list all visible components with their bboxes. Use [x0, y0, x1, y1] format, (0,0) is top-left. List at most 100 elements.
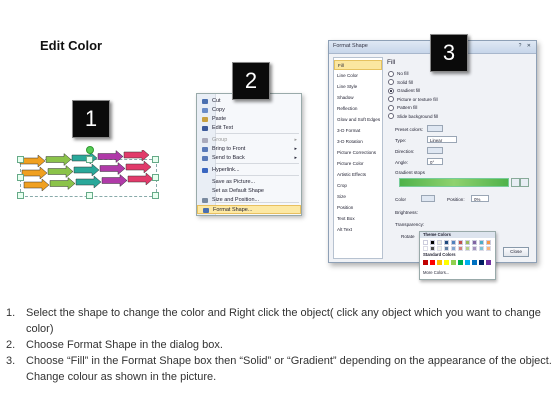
resize-handle[interactable]	[152, 192, 159, 199]
color-swatch[interactable]	[451, 260, 456, 265]
arrow-shape	[97, 150, 124, 164]
preset-colors-dropdown[interactable]	[427, 125, 443, 132]
color-swatch[interactable]	[465, 246, 470, 251]
color-swatch[interactable]	[437, 240, 442, 245]
color-swatch[interactable]	[458, 240, 463, 245]
color-swatch[interactable]	[451, 240, 456, 245]
color-swatch[interactable]	[458, 260, 463, 265]
direction-dropdown[interactable]	[427, 147, 443, 154]
more-colors-link[interactable]: More Colors...	[423, 270, 449, 275]
gradient-stops-bar[interactable]	[399, 178, 509, 187]
brightness-label: Brightness:	[395, 210, 418, 215]
radio-icon[interactable]	[388, 70, 394, 77]
remove-stop-icon[interactable]	[520, 178, 529, 187]
resize-handle[interactable]	[17, 156, 24, 163]
color-swatch[interactable]	[479, 260, 484, 265]
nav-item[interactable]: Line Style	[334, 82, 382, 92]
color-swatch[interactable]	[465, 260, 470, 265]
arrow-shape	[21, 166, 48, 180]
arrow-shape	[127, 172, 154, 186]
color-swatch[interactable]	[486, 260, 491, 265]
color-swatch[interactable]	[437, 246, 442, 251]
angle-input[interactable]: 0°	[427, 158, 443, 165]
dialog-title-buttons[interactable]: ? ✕	[519, 43, 533, 49]
radio-icon[interactable]	[388, 113, 394, 120]
fill-option[interactable]: Gradient fill	[388, 87, 420, 94]
position-input[interactable]: 0%	[471, 195, 489, 202]
color-dropdown[interactable]	[421, 195, 435, 202]
nav-item[interactable]: Size	[334, 192, 382, 202]
fill-option[interactable]: Slide background fill	[388, 113, 438, 120]
radio-icon[interactable]	[388, 96, 394, 103]
arrow-shape	[45, 152, 72, 167]
color-swatch[interactable]	[486, 246, 491, 251]
color-swatch[interactable]	[444, 240, 449, 245]
color-swatch[interactable]	[472, 260, 477, 265]
nav-item[interactable]: Text Box	[334, 214, 382, 224]
resize-handle[interactable]	[86, 156, 93, 163]
color-swatch[interactable]	[423, 240, 428, 245]
color-swatch[interactable]	[465, 240, 470, 245]
resize-handle[interactable]	[86, 192, 93, 199]
close-button[interactable]: Close	[503, 247, 529, 257]
nav-item[interactable]: Fill	[334, 60, 382, 70]
context-menu-item[interactable]: Edit Text	[197, 124, 301, 133]
context-menu-item[interactable]: Group ▸	[197, 136, 301, 145]
type-dropdown[interactable]: Linear	[427, 136, 457, 143]
color-swatch[interactable]	[423, 260, 428, 265]
context-menu-item[interactable]: Send to Back ▸	[197, 154, 301, 163]
nav-item[interactable]: Alt Text	[334, 225, 382, 235]
color-swatch[interactable]	[444, 246, 449, 251]
context-menu-item[interactable]: Hyperlink...	[197, 166, 301, 175]
color-swatch[interactable]	[472, 240, 477, 245]
nav-item[interactable]: Line Color	[334, 71, 382, 81]
nav-item[interactable]: Picture Corrections	[334, 148, 382, 158]
context-menu-item[interactable]: Format Shape...	[197, 205, 301, 214]
color-swatch[interactable]	[423, 246, 428, 251]
nav-item[interactable]: 3-D Format	[334, 126, 382, 136]
color-picker-popup: Theme Colors Standard Colors More Colors…	[419, 231, 496, 280]
nav-item[interactable]: Crop	[334, 181, 382, 191]
nav-item[interactable]: Reflection	[334, 104, 382, 114]
context-menu-item[interactable]: Bring to Front ▸	[197, 145, 301, 154]
rotation-handle[interactable]	[86, 146, 94, 154]
fill-option[interactable]: Solid fill	[388, 79, 413, 86]
nav-item[interactable]: Position	[334, 203, 382, 213]
context-menu-item[interactable]: Paste	[197, 115, 301, 124]
resize-handle[interactable]	[152, 174, 159, 181]
color-swatch[interactable]	[479, 240, 484, 245]
radio-icon[interactable]	[388, 87, 394, 94]
color-swatch[interactable]	[472, 246, 477, 251]
step-text: Choose “Fill” in the Format Shape box th…	[26, 355, 552, 383]
color-swatch[interactable]	[430, 260, 435, 265]
nav-item[interactable]: Artistic Effects	[334, 170, 382, 180]
radio-icon[interactable]	[388, 104, 394, 111]
menu-separator	[215, 133, 299, 134]
fill-option[interactable]: Pattern fill	[388, 104, 417, 111]
color-swatch[interactable]	[479, 246, 484, 251]
fill-option[interactable]: Picture or texture fill	[388, 96, 438, 103]
resize-handle[interactable]	[152, 156, 159, 163]
arrow-shape	[125, 160, 152, 174]
color-swatch[interactable]	[451, 246, 456, 251]
fill-option-label: Gradient fill	[397, 88, 421, 93]
color-swatch[interactable]	[430, 240, 435, 245]
nav-item[interactable]: Glow and Soft Edges	[334, 115, 382, 125]
color-swatch[interactable]	[444, 260, 449, 265]
context-menu-item[interactable]: Set as Default Shape	[197, 187, 301, 196]
resize-handle[interactable]	[17, 174, 24, 181]
context-menu-item[interactable]: Save as Picture...	[197, 178, 301, 187]
nav-item[interactable]: 3-D Rotation	[334, 137, 382, 147]
color-swatch[interactable]	[458, 246, 463, 251]
radio-icon[interactable]	[388, 79, 394, 86]
nav-item[interactable]: Shadow	[334, 93, 382, 103]
context-menu-item[interactable]: Copy	[197, 106, 301, 115]
nav-item[interactable]: Picture Color	[334, 159, 382, 169]
resize-handle[interactable]	[17, 192, 24, 199]
color-swatch[interactable]	[430, 246, 435, 251]
color-swatch[interactable]	[437, 260, 442, 265]
color-swatch[interactable]	[486, 240, 491, 245]
context-menu-item[interactable]: Size and Position...	[197, 196, 301, 205]
add-stop-icon[interactable]	[511, 178, 520, 187]
fill-option[interactable]: No fill	[388, 70, 409, 77]
